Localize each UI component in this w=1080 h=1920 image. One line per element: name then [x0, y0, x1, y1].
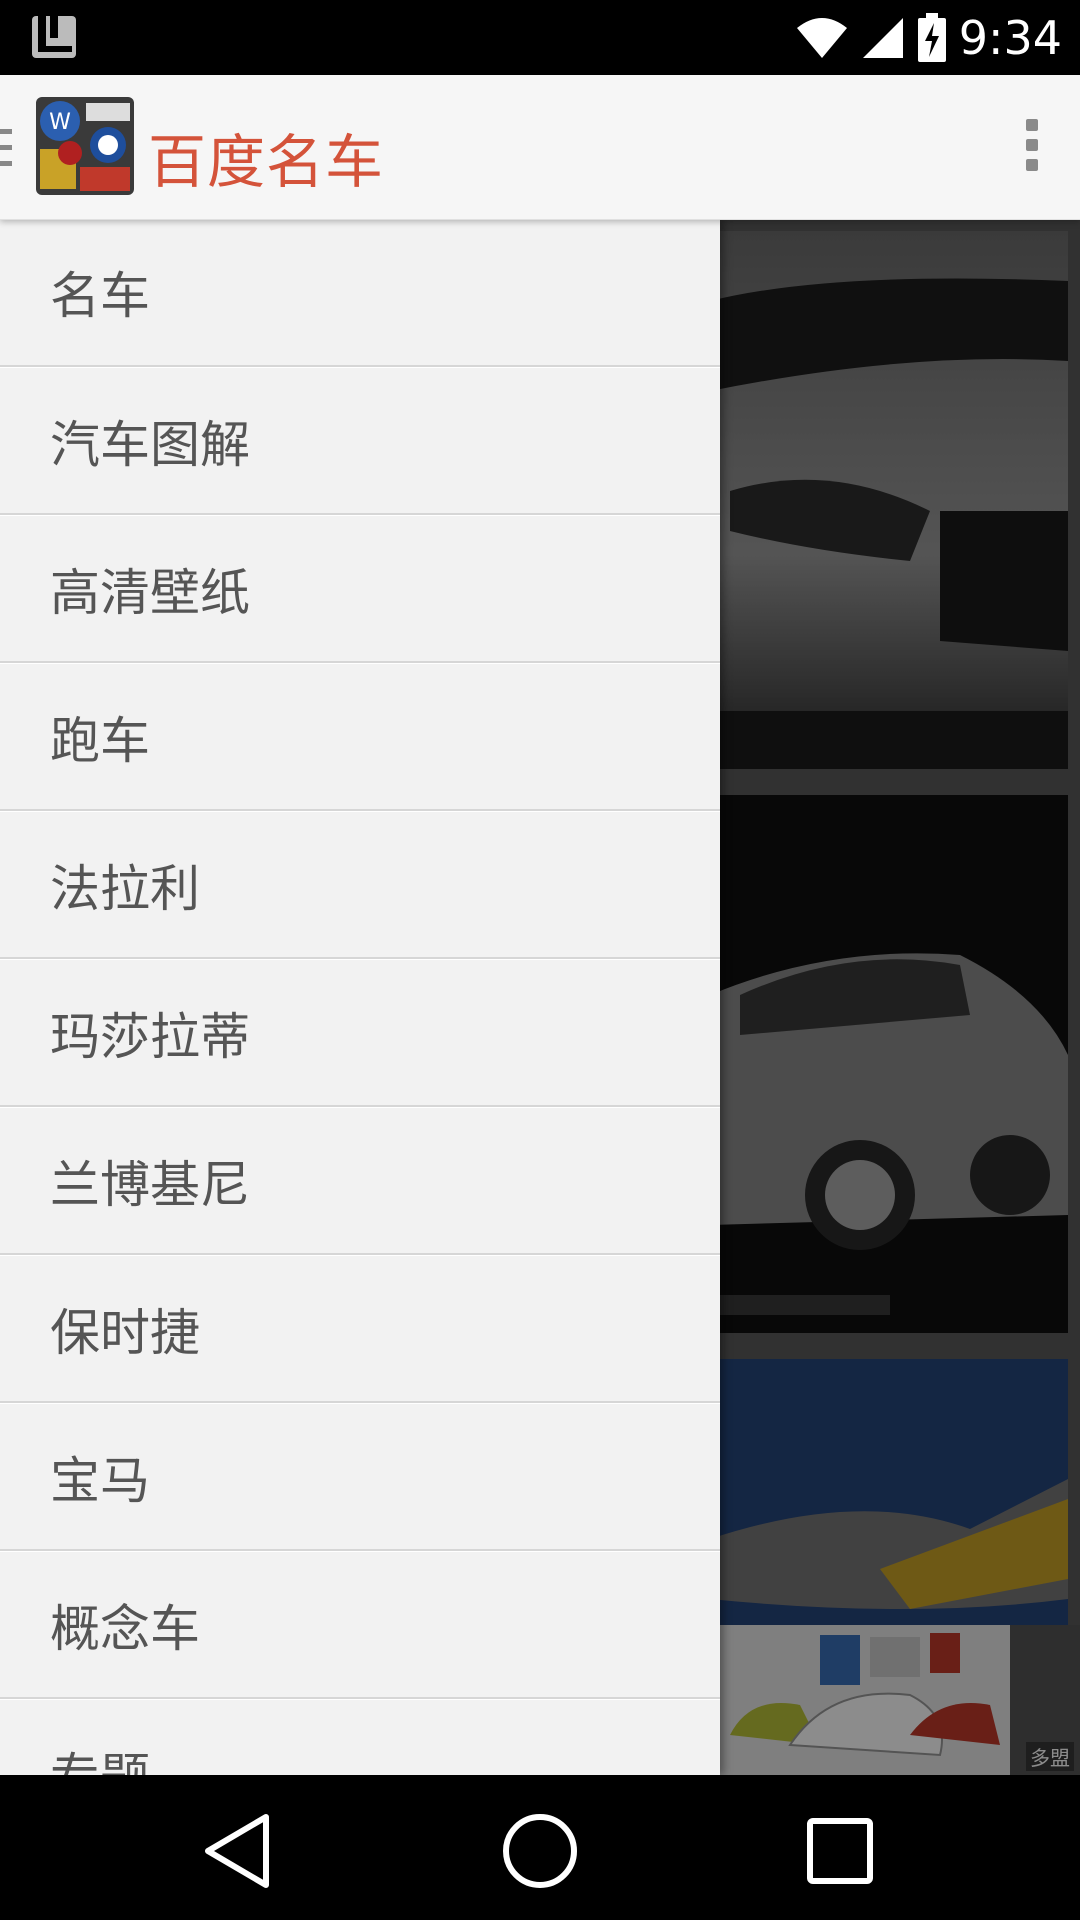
signal-icon: [862, 17, 903, 58]
drawer-item-topics[interactable]: 专题: [0, 1699, 720, 1775]
battery-charging-icon: [917, 12, 946, 62]
drawer-item-label: 概念车: [50, 1599, 200, 1658]
drawer-item-label: 保时捷: [50, 1303, 200, 1362]
back-icon[interactable]: [198, 1811, 278, 1891]
drawer-item-maserati[interactable]: 玛莎拉蒂: [0, 959, 720, 1107]
drawer-item-label: 跑车: [50, 711, 150, 770]
screen: 9:34 W 百度名车 多盟 名车 汽车图解 高清壁纸 跑车 法拉利 玛莎拉蒂 …: [0, 0, 1080, 1920]
drawer-item-sports-cars[interactable]: 跑车: [0, 663, 720, 811]
wifi-icon: [796, 17, 847, 58]
drawer-item-lamborghini[interactable]: 兰博基尼: [0, 1107, 720, 1255]
drawer-item-auto-diagrams[interactable]: 汽车图解: [0, 367, 720, 515]
drawer-item-label: 名车: [50, 267, 150, 325]
status-bar: 9:34: [0, 0, 1080, 75]
notification-app-icon: [32, 16, 76, 58]
drawer-item-label: 高清壁纸: [50, 563, 250, 622]
drawer-item-label: 法拉利: [50, 859, 200, 918]
drawer-toggle-icon[interactable]: [0, 125, 16, 173]
status-icons: 9:34: [795, 0, 1062, 75]
drawer-item-bmw[interactable]: 宝马: [0, 1403, 720, 1551]
drawer-item-label: 汽车图解: [50, 415, 250, 474]
app-title: 百度名车: [148, 128, 385, 196]
recents-icon[interactable]: [800, 1811, 880, 1891]
drawer-item-label: 宝马: [50, 1451, 150, 1510]
drawer-item-porsche[interactable]: 保时捷: [0, 1255, 720, 1403]
system-nav-bar: [0, 1775, 1080, 1920]
drawer-item-label: 玛莎拉蒂: [50, 1007, 250, 1066]
drawer-item-label: 兰博基尼: [50, 1155, 250, 1214]
home-icon[interactable]: [500, 1811, 580, 1891]
drawer-item-label: 专题: [50, 1737, 150, 1776]
drawer-item-ferrari[interactable]: 法拉利: [0, 811, 720, 959]
svg-text:W: W: [49, 110, 71, 135]
drawer-item-concept-cars[interactable]: 概念车: [0, 1551, 720, 1699]
navigation-drawer: 名车 汽车图解 高清壁纸 跑车 法拉利 玛莎拉蒂 兰博基尼 保时捷 宝马 概念车: [0, 219, 720, 1775]
more-vert-icon[interactable]: [1022, 119, 1042, 175]
drawer-item-mingche[interactable]: 名车: [0, 219, 720, 367]
app-bar: W 百度名车: [0, 75, 1080, 220]
status-time: 9:34: [958, 10, 1062, 65]
drawer-item-hd-wallpapers[interactable]: 高清壁纸: [0, 515, 720, 663]
car-brands-logo[interactable]: W: [36, 97, 134, 195]
